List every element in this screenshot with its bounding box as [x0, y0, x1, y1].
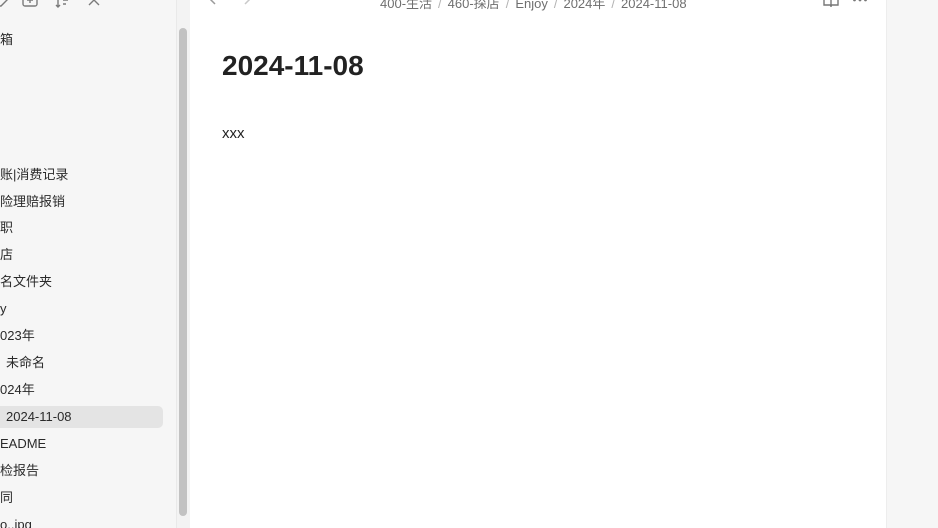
- tree-item-label: 账|消费记录: [0, 167, 69, 182]
- tree-item-label: 名文件夹: [0, 274, 53, 289]
- tree-item-label: 职: [0, 220, 14, 235]
- tree-item[interactable]: 同: [0, 487, 170, 509]
- tree-item[interactable]: 账|消费记录: [0, 164, 170, 186]
- tree-item-label: o..jpg: [0, 517, 32, 528]
- breadcrumb-item[interactable]: Enjoy: [515, 0, 548, 11]
- right-sidebar-strip: [886, 0, 938, 528]
- tree-item[interactable]: 险理赔报销: [0, 191, 170, 213]
- tree-item[interactable]: 023年: [0, 325, 170, 347]
- tree-item-label: 店: [0, 247, 14, 262]
- book-icon[interactable]: [822, 0, 840, 9]
- tree-item-label: 023年: [0, 328, 35, 343]
- new-folder-icon[interactable]: [21, 0, 39, 9]
- forward-arrow-icon[interactable]: [235, 0, 253, 8]
- sidebar-scrollbar-thumb[interactable]: [179, 28, 187, 516]
- breadcrumb-separator: /: [505, 0, 510, 11]
- tree-item-label: 2024-11-08: [6, 409, 72, 424]
- new-note-icon[interactable]: [0, 0, 12, 9]
- file-explorer-sidebar: 箱 账|消费记录 险理赔报销 职 店 名文件夹 y 023年 未命名 024年 …: [0, 0, 176, 528]
- tree-item[interactable]: y: [0, 298, 170, 320]
- breadcrumb-item[interactable]: 400-生活: [380, 0, 432, 11]
- tree-item[interactable]: o..jpg: [0, 514, 170, 528]
- tree-item[interactable]: 未命名: [0, 352, 170, 374]
- tree-item[interactable]: 箱: [0, 29, 170, 51]
- tree-item[interactable]: 职: [0, 217, 170, 239]
- tree-item-label: 检报告: [0, 463, 40, 478]
- tree-item-label: 未命名: [6, 355, 46, 370]
- breadcrumb-separator: /: [611, 0, 616, 11]
- breadcrumb: 400-生活 / 460-探店 / Enjoy / 2024年 / 2024-11-08: [380, 0, 687, 12]
- more-options-icon[interactable]: [851, 0, 869, 9]
- tree-item[interactable]: 店: [0, 244, 170, 266]
- sidebar-toolbar: [0, 0, 176, 11]
- document-title[interactable]: 2024-11-08: [222, 50, 364, 82]
- sort-icon[interactable]: [54, 0, 72, 9]
- tree-item-label: EADME: [0, 436, 47, 451]
- collapse-icon[interactable]: [85, 0, 103, 9]
- document-body[interactable]: xxx: [222, 125, 245, 142]
- breadcrumb-item-current[interactable]: 2024-11-08: [621, 0, 687, 11]
- tree-item-label: 024年: [0, 382, 35, 397]
- tree-item-label: 同: [0, 490, 14, 505]
- tree-item-label: y: [0, 301, 7, 316]
- back-arrow-icon[interactable]: [207, 0, 225, 8]
- breadcrumb-separator: /: [553, 0, 558, 11]
- tree-item[interactable]: 名文件夹: [0, 271, 170, 293]
- tree-item[interactable]: 024年: [0, 379, 170, 401]
- tree-item[interactable]: 检报告: [0, 460, 170, 482]
- breadcrumb-separator: /: [438, 0, 442, 11]
- tree-item[interactable]: EADME: [0, 433, 170, 455]
- breadcrumb-item[interactable]: 460-探店: [448, 0, 500, 11]
- tree-item-label: 险理赔报销: [0, 194, 66, 209]
- breadcrumb-item[interactable]: 2024年: [563, 0, 605, 11]
- tree-item-selected[interactable]: 2024-11-08: [0, 406, 163, 428]
- tree-item-label: 箱: [0, 32, 14, 47]
